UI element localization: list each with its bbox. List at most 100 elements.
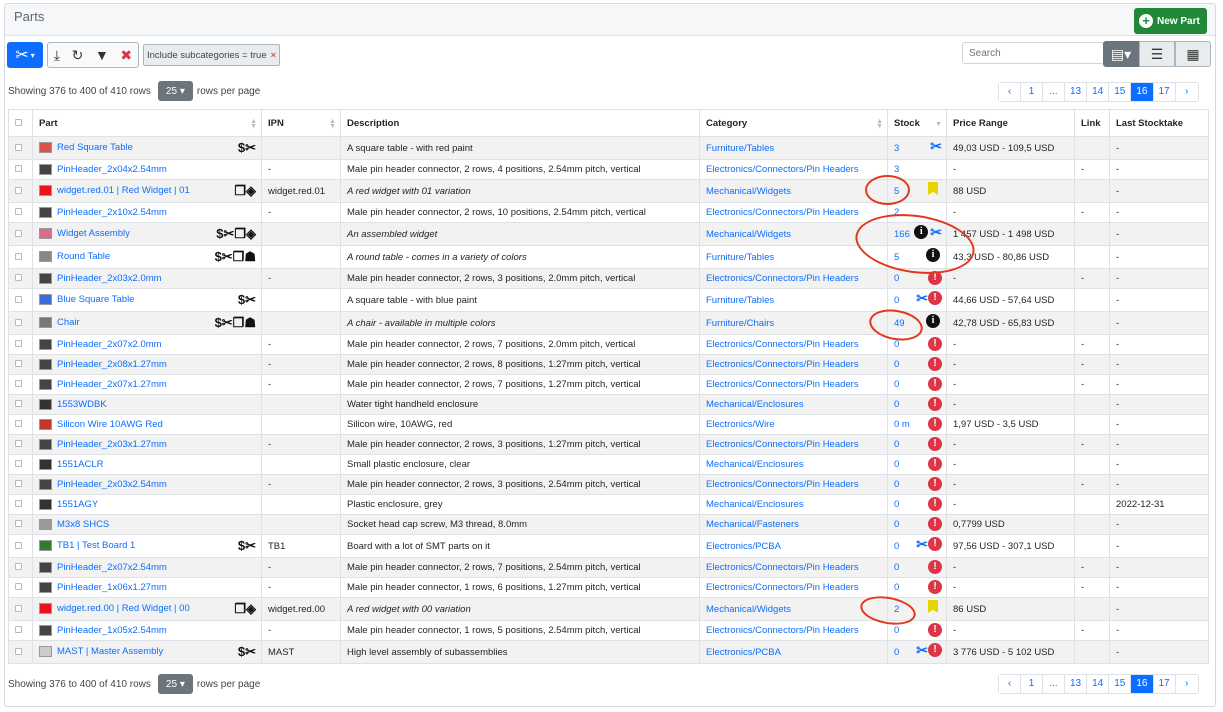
page-link[interactable]: 15: [1109, 83, 1132, 101]
part-link[interactable]: widget.red.00 | Red Widget | 00: [57, 604, 190, 615]
row-checkbox[interactable]: [8, 474, 33, 495]
category-link[interactable]: Electronics/Connectors/Pin Headers: [706, 479, 859, 490]
part-thumbnail[interactable]: [39, 458, 52, 470]
part-link[interactable]: MAST | Master Assembly: [57, 647, 163, 658]
part-thumbnail[interactable]: [39, 624, 52, 636]
stock-link[interactable]: 0: [894, 339, 899, 350]
row-checkbox[interactable]: [8, 394, 33, 415]
row-checkbox[interactable]: [8, 202, 33, 223]
stock-link[interactable]: 0: [894, 541, 899, 552]
row-checkbox[interactable]: [8, 222, 33, 246]
page-link[interactable]: 1: [1021, 83, 1043, 101]
part-thumbnail[interactable]: [39, 561, 52, 573]
category-link[interactable]: Electronics/Connectors/Pin Headers: [706, 207, 859, 218]
stock-link[interactable]: 166: [894, 229, 910, 240]
page-link[interactable]: 17: [1153, 83, 1176, 101]
stock-link[interactable]: 0: [894, 479, 899, 490]
part-thumbnail[interactable]: [39, 338, 52, 350]
stock-link[interactable]: 2: [894, 604, 899, 615]
part-link[interactable]: 1553WDBK: [57, 399, 107, 410]
table-view-button[interactable]: ▤▾: [1103, 41, 1139, 67]
download-icon[interactable]: ⤓: [54, 47, 60, 64]
refresh-icon[interactable]: ↻: [72, 47, 84, 64]
part-link[interactable]: Round Table: [57, 252, 110, 263]
page-link[interactable]: 14: [1087, 83, 1110, 101]
page-next[interactable]: ›: [1175, 83, 1198, 101]
stock-link[interactable]: 5: [894, 186, 899, 197]
filter-remove-icon[interactable]: ×: [271, 50, 277, 61]
page-link[interactable]: 15: [1109, 675, 1132, 693]
part-thumbnail[interactable]: [39, 518, 52, 530]
page-link[interactable]: 17: [1153, 675, 1176, 693]
stock-link[interactable]: 0: [894, 379, 899, 390]
search-input[interactable]: [962, 42, 1104, 64]
category-link[interactable]: Electronics/PCBA: [706, 541, 781, 552]
page-prev[interactable]: ‹: [999, 83, 1021, 101]
page-link[interactable]: 14: [1087, 675, 1110, 693]
select-all-checkbox[interactable]: [8, 109, 33, 137]
part-link[interactable]: PinHeader_2x03x1.27mm: [57, 439, 167, 450]
stock-link[interactable]: 3: [894, 164, 899, 175]
part-link[interactable]: Silicon Wire 10AWG Red: [57, 419, 163, 430]
stock-link[interactable]: 0: [894, 439, 899, 450]
stock-link[interactable]: 0: [894, 295, 899, 306]
row-checkbox[interactable]: [8, 577, 33, 598]
part-thumbnail[interactable]: [39, 142, 52, 154]
row-checkbox[interactable]: [8, 334, 33, 355]
category-link[interactable]: Electronics/PCBA: [706, 647, 781, 658]
part-link[interactable]: PinHeader_2x03x2.54mm: [57, 479, 167, 490]
part-link[interactable]: widget.red.01 | Red Widget | 01: [57, 186, 190, 197]
part-thumbnail[interactable]: [39, 185, 52, 197]
part-thumbnail[interactable]: [39, 358, 52, 370]
stock-link[interactable]: 0: [894, 359, 899, 370]
stock-link[interactable]: 0: [894, 519, 899, 530]
part-thumbnail[interactable]: [39, 603, 52, 615]
page-link[interactable]: 16: [1131, 83, 1154, 101]
category-link[interactable]: Mechanical/Enclosures: [706, 459, 804, 470]
category-link[interactable]: Furniture/Tables: [706, 143, 774, 154]
part-thumbnail[interactable]: [39, 206, 52, 218]
part-link[interactable]: Widget Assembly: [57, 229, 130, 240]
page-link[interactable]: 16: [1131, 675, 1154, 693]
part-thumbnail[interactable]: [39, 478, 52, 490]
part-link[interactable]: Red Square Table: [57, 143, 133, 154]
part-thumbnail[interactable]: [39, 418, 52, 430]
stock-link[interactable]: 0: [894, 399, 899, 410]
col-description[interactable]: Description: [340, 109, 700, 137]
row-checkbox[interactable]: [8, 354, 33, 375]
part-thumbnail[interactable]: [39, 378, 52, 390]
row-checkbox[interactable]: [8, 288, 33, 312]
category-link[interactable]: Furniture/Chairs: [706, 318, 774, 329]
part-thumbnail[interactable]: [39, 272, 52, 284]
part-thumbnail[interactable]: [39, 163, 52, 175]
stock-link[interactable]: 3: [894, 143, 899, 154]
stock-link[interactable]: 0 m: [894, 419, 910, 430]
stock-link[interactable]: 5: [894, 252, 899, 263]
category-link[interactable]: Mechanical/Widgets: [706, 186, 791, 197]
category-link[interactable]: Electronics/Connectors/Pin Headers: [706, 273, 859, 284]
col-part[interactable]: Part ▲ ▼: [32, 109, 262, 137]
stock-link[interactable]: 0: [894, 499, 899, 510]
category-link[interactable]: Electronics/Wire: [706, 419, 775, 430]
category-link[interactable]: Electronics/Connectors/Pin Headers: [706, 164, 859, 175]
category-link[interactable]: Electronics/Connectors/Pin Headers: [706, 625, 859, 636]
part-link[interactable]: 1551ACLR: [57, 459, 103, 470]
part-thumbnail[interactable]: [39, 498, 52, 510]
row-checkbox[interactable]: [8, 597, 33, 621]
row-checkbox[interactable]: [8, 454, 33, 475]
category-link[interactable]: Electronics/Connectors/Pin Headers: [706, 379, 859, 390]
row-checkbox[interactable]: [8, 414, 33, 435]
part-link[interactable]: PinHeader_2x10x2.54mm: [57, 207, 167, 218]
part-thumbnail[interactable]: [39, 581, 52, 593]
stock-link[interactable]: 0: [894, 625, 899, 636]
page-next[interactable]: ›: [1175, 675, 1198, 693]
stock-link[interactable]: 49: [894, 318, 905, 329]
category-link[interactable]: Mechanical/Fasteners: [706, 519, 799, 530]
col-ipn[interactable]: IPN ▲ ▼: [261, 109, 341, 137]
part-link[interactable]: 1551AGY: [57, 499, 98, 510]
row-checkbox[interactable]: [8, 179, 33, 203]
part-link[interactable]: PinHeader_2x03x2.0mm: [57, 273, 162, 284]
category-link[interactable]: Electronics/Connectors/Pin Headers: [706, 339, 859, 350]
page-link[interactable]: 1: [1021, 675, 1043, 693]
part-link[interactable]: PinHeader_1x05x2.54mm: [57, 625, 167, 636]
